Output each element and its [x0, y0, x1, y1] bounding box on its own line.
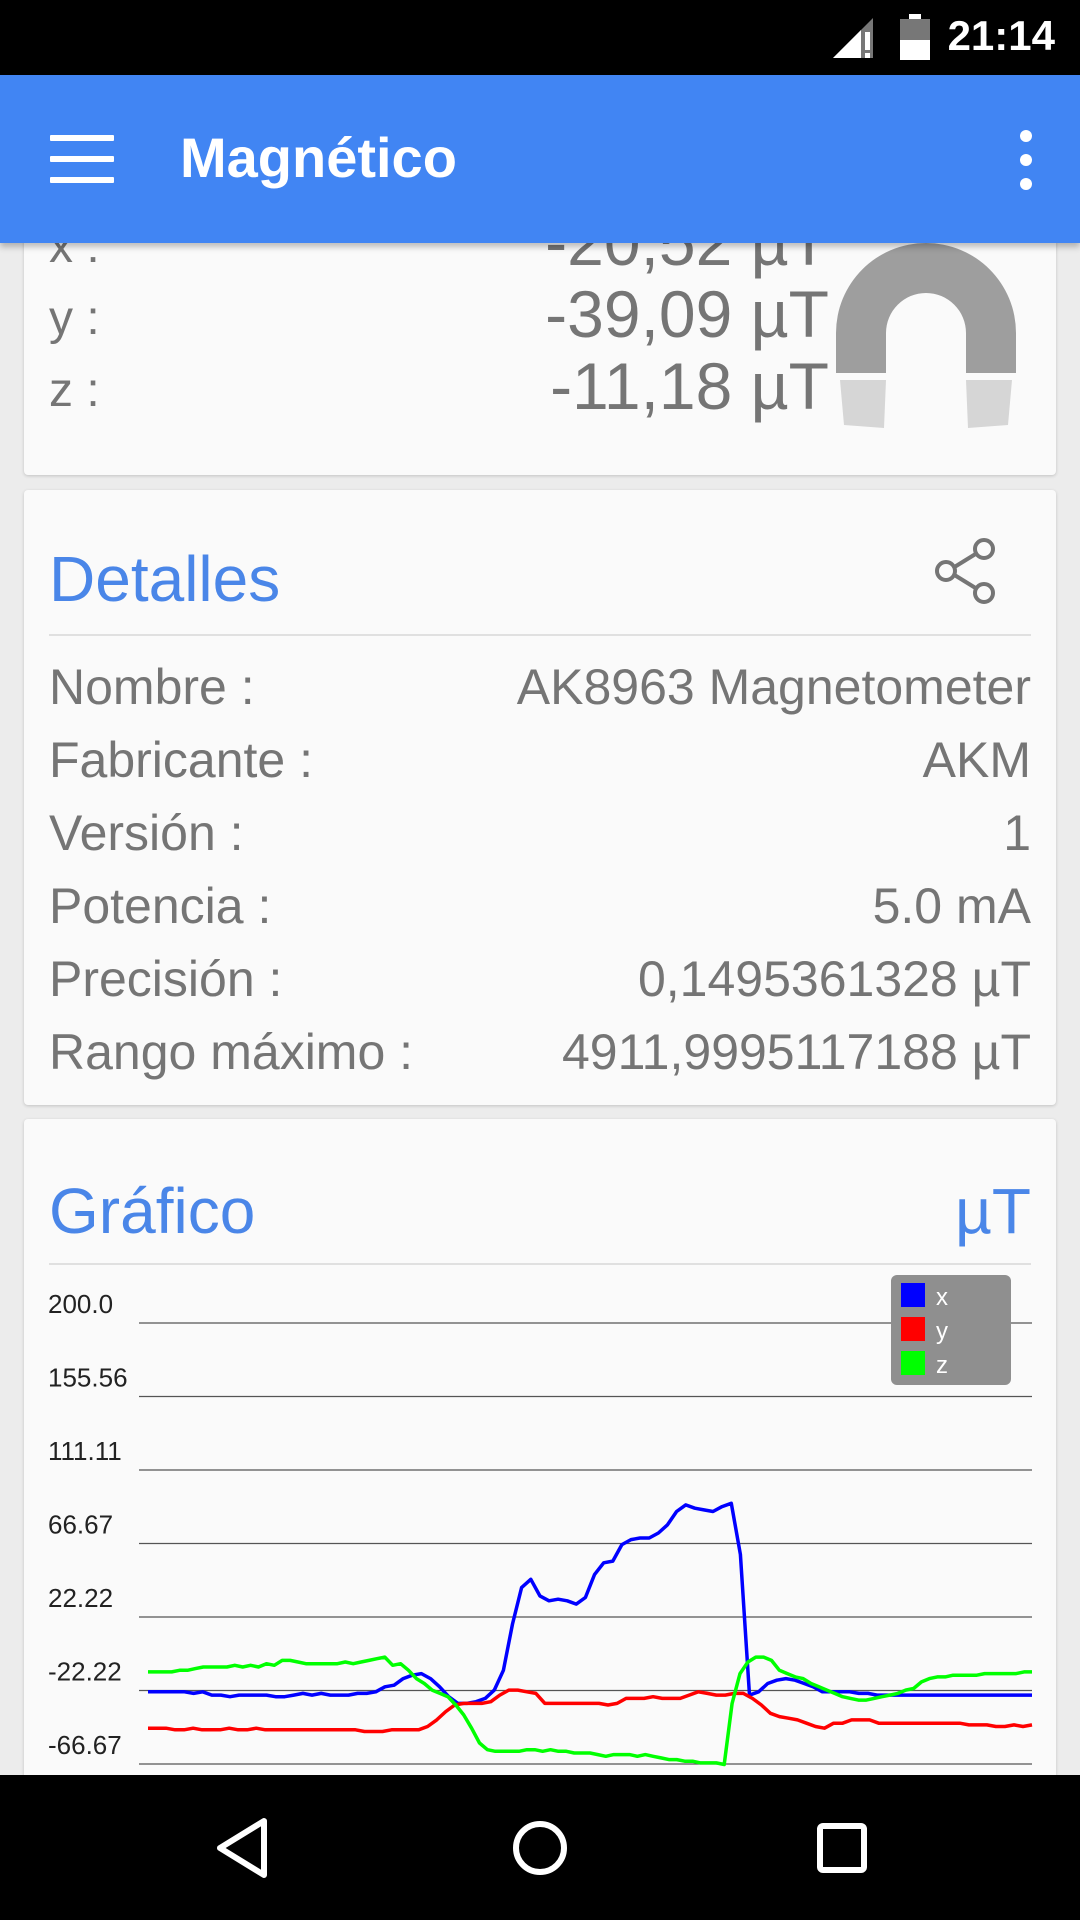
recents-icon[interactable] — [812, 1815, 872, 1881]
details-divider — [49, 634, 1031, 636]
status-bar: 21:14 — [0, 0, 1080, 75]
detail-row-power: Potencia : 5.0 mA — [49, 869, 1031, 942]
detail-key: Rango máximo : — [49, 1024, 414, 1080]
status-time: 21:14 — [947, 12, 1055, 59]
detail-value: 4911,9995117188 µT — [561, 1024, 1031, 1080]
detail-value: 1 — [1003, 805, 1031, 861]
axis-value: -11,18 µT — [550, 349, 829, 423]
value-row-z: z : -11,18 µT — [49, 349, 829, 424]
legend-label-z: z — [936, 1352, 948, 1379]
y-tick-label: 111.11 — [48, 1436, 122, 1466]
detail-value: 5.0 mA — [872, 878, 1031, 934]
detail-row-version: Versión : 1 — [49, 796, 1031, 869]
legend-swatch-z — [901, 1351, 925, 1375]
legend-label-y: y — [936, 1318, 948, 1345]
detail-row-max-range: Rango máximo : 4911,9995117188 µT — [49, 1015, 1031, 1088]
battery-icon — [900, 14, 930, 60]
detail-value: AK8963 Magnetometer — [516, 659, 1031, 715]
main-content[interactable]: x : -20,52 µT y : -39,09 µT z : -11,18 µ… — [0, 243, 1080, 1775]
detail-key: Versión : — [49, 805, 244, 861]
y-tick-label: 22.22 — [48, 1583, 113, 1613]
detail-row-vendor: Fabricante : AKM — [49, 723, 1031, 796]
share-icon[interactable] — [934, 538, 996, 604]
legend-label-x: x — [936, 1284, 948, 1311]
y-tick-label: -66.67 — [48, 1730, 122, 1760]
home-icon[interactable] — [510, 1815, 570, 1881]
back-icon[interactable] — [212, 1815, 272, 1881]
detail-key: Nombre : — [49, 659, 255, 715]
detail-value: AKM — [922, 732, 1031, 788]
navigation-bar — [0, 1775, 1080, 1920]
details-title: Detalles — [49, 543, 281, 615]
legend-swatch-y — [901, 1317, 925, 1341]
y-tick-label: 66.67 — [48, 1510, 113, 1540]
detail-key: Precisión : — [49, 951, 283, 1007]
magnet-icon — [836, 243, 1016, 428]
app-bar: Magnético — [0, 75, 1080, 243]
axis-label: z : — [49, 364, 100, 417]
series-line-x — [148, 1501, 1032, 1706]
y-tick-label: 155.56 — [48, 1363, 128, 1393]
y-tick-label: 200.0 — [48, 1289, 113, 1319]
values-card: x : -20,52 µT y : -39,09 µT z : -11,18 µ… — [24, 243, 1056, 475]
axis-label: y : — [49, 292, 100, 345]
y-tick-label: -22.22 — [48, 1657, 122, 1687]
detail-value: 0,1495361328 µT — [637, 951, 1031, 1007]
detail-key: Fabricante : — [49, 732, 314, 788]
graph-card: Gráfico µT 200.0 155.56 111.11 66.67 22.22 -2… — [24, 1119, 1056, 1775]
value-row-y: y : -39,09 µT — [49, 277, 829, 352]
menu-icon[interactable] — [50, 135, 114, 183]
magnetic-field-chart: 200.0 155.56 111.11 66.67 22.22 -22.22 -66.67 x… — [48, 1275, 1033, 1767]
app-title: Magnético — [180, 126, 457, 189]
details-card: Detalles Nombre : AK8963 Magnetometer Fa… — [24, 490, 1056, 1105]
value-row-x: x : -20,52 µT — [49, 243, 829, 280]
detail-row-name: Nombre : AK8963 Magnetometer — [49, 650, 1031, 723]
cell-signal-icon — [833, 18, 873, 58]
axis-value: -20,52 µT — [545, 243, 829, 280]
detail-row-resolution: Precisión : 0,1495361328 µT — [49, 942, 1031, 1015]
more-options-icon[interactable] — [1012, 130, 1040, 190]
axis-label: x : — [49, 243, 100, 273]
detail-key: Potencia : — [49, 878, 272, 934]
series-line-z — [148, 1655, 1032, 1767]
legend-swatch-x — [901, 1283, 925, 1307]
axis-value: -39,09 µT — [545, 277, 829, 351]
